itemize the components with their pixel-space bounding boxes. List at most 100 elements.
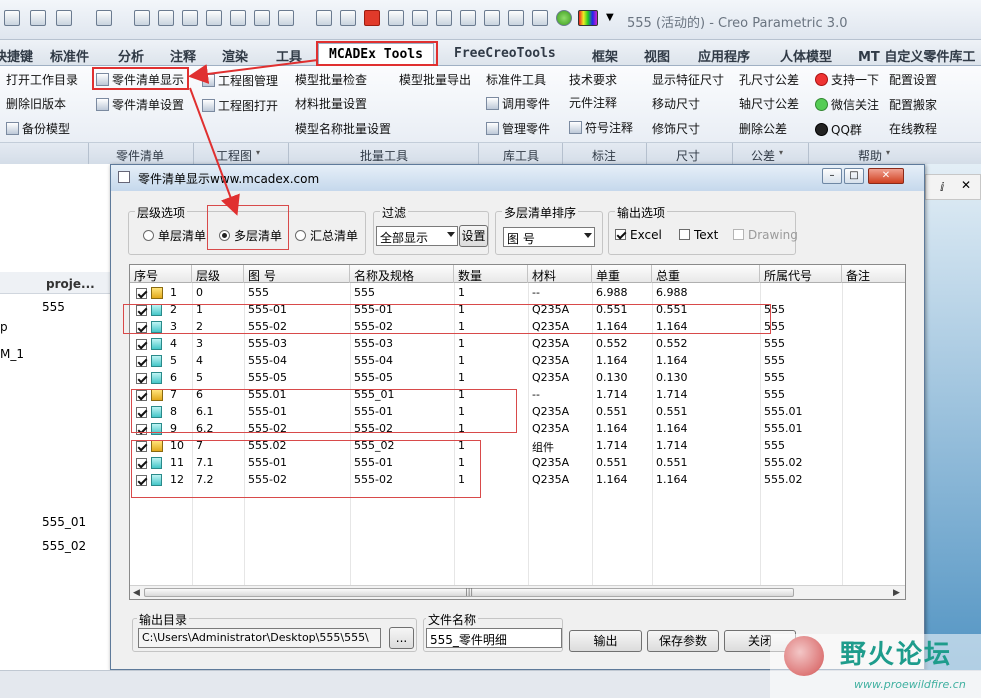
column-total-weight[interactable]: 总重 (652, 265, 760, 283)
config-settings-button[interactable]: 配置设置 (889, 71, 937, 88)
support-button[interactable]: 支持一下 (815, 71, 879, 88)
batch-export-button[interactable]: 模型批量导出 (399, 71, 471, 88)
component-note-button[interactable]: 元件注释 (569, 94, 617, 111)
sort-select[interactable]: 图 号 (503, 227, 595, 247)
tab-standard-parts[interactable]: 标准件 (50, 46, 89, 65)
tree-item[interactable]: p (0, 320, 8, 334)
horizontal-scrollbar[interactable]: ◀ ||| ▶ (130, 585, 905, 599)
export-button[interactable]: 输出 (569, 630, 642, 652)
table-row[interactable]: 1 0 555 555 1 -- 6.988 6.988 (130, 285, 905, 302)
tab-shortcuts[interactable]: 快捷键 (0, 46, 33, 65)
move-dims-button[interactable]: 移动尺寸 (652, 95, 700, 112)
tab-custom-part-library[interactable]: MT 自定义零件库工 (858, 46, 975, 65)
symbol-note-button[interactable]: 符号注释 (569, 119, 633, 136)
tree-item[interactable]: 555 (42, 300, 65, 314)
eye-icon[interactable] (436, 10, 452, 26)
filter-select[interactable]: 全部显示 (376, 226, 458, 246)
column-parent-code[interactable]: 所属代号 (760, 265, 842, 283)
filename-input[interactable]: 555_零件明细 (426, 628, 562, 648)
close-window-icon[interactable] (316, 10, 332, 26)
tab-analysis[interactable]: 分析 (118, 46, 144, 65)
redo-icon[interactable] (96, 10, 112, 26)
tab-render[interactable]: 渲染 (222, 46, 248, 65)
hide-icon[interactable] (460, 10, 476, 26)
table-row[interactable]: 6 5 555-05 555-05 1 Q235A 0.130 0.130 555 (130, 370, 905, 387)
dropdown-arrow-icon[interactable]: ▼ (606, 12, 614, 23)
regenerate-icon[interactable] (30, 10, 46, 26)
online-tutorial-button[interactable]: 在线教程 (889, 120, 937, 137)
text-icon[interactable] (254, 10, 270, 26)
table-row[interactable]: 4 3 555-03 555-03 1 Q235A 0.552 0.552 555 (130, 336, 905, 353)
tech-req-button[interactable]: 技术要求 (569, 71, 617, 88)
column-level[interactable]: 层级 (192, 265, 244, 283)
text-checkbox[interactable]: Text (679, 228, 718, 242)
graphics-area[interactable]: ⅈ ✕ (925, 164, 981, 698)
list-icon[interactable] (388, 10, 404, 26)
scroll-right-icon[interactable]: ▶ (893, 588, 900, 598)
grid-icon[interactable] (412, 10, 428, 26)
group-expand-icon[interactable]: ▾ (886, 148, 890, 157)
folder-icon[interactable] (340, 10, 356, 26)
tab-applications[interactable]: 应用程序 (698, 46, 750, 65)
edit-icon[interactable] (134, 10, 150, 26)
output-dir-field[interactable]: C:\Users\Administrator\Desktop\555\555\ (138, 628, 381, 648)
manage-part-button[interactable]: 管理零件 (486, 120, 550, 137)
delete-icon[interactable] (364, 10, 380, 26)
document-icon[interactable] (206, 10, 222, 26)
group-expand-icon[interactable]: ▾ (256, 148, 260, 157)
column-unit-weight[interactable]: 单重 (592, 265, 652, 283)
standard-part-tool-button[interactable]: 标准件工具 (486, 71, 546, 88)
radio-single-level[interactable]: 单层清单 (143, 227, 206, 244)
column-remark[interactable]: 备注 (842, 265, 905, 283)
group-tolerance[interactable]: 公差 (751, 147, 775, 164)
hole-tol-button[interactable]: 孔尺寸公差 (739, 71, 799, 88)
row-checkbox[interactable] (136, 288, 147, 299)
group-expand-icon[interactable]: ▾ (779, 148, 783, 157)
drawing-manage-button[interactable]: 工程图管理 (202, 72, 278, 89)
tree-item[interactable]: M_1 (0, 347, 24, 361)
layout-icon[interactable] (278, 10, 294, 26)
filter-settings-button[interactable]: 设置 (459, 225, 488, 247)
annotation-icon[interactable]: ⅈ (940, 180, 944, 194)
wrench-icon[interactable] (182, 10, 198, 26)
call-part-button[interactable]: 调用零件 (486, 95, 550, 112)
column-drawing-no[interactable]: 图 号 (244, 265, 350, 283)
people-icon[interactable] (158, 10, 174, 26)
maximize-icon[interactable]: □ (844, 168, 864, 184)
close-icon[interactable]: ✕ (868, 168, 904, 184)
tree-item[interactable]: 555_02 (42, 539, 86, 553)
show-feature-dims-button[interactable]: 显示特征尺寸 (652, 71, 724, 88)
group-help[interactable]: 帮助 (858, 147, 882, 164)
column-name-spec[interactable]: 名称及规格 (350, 265, 454, 283)
qq-group-button[interactable]: QQ群 (815, 121, 862, 138)
scroll-left-icon[interactable]: ◀ (133, 588, 140, 598)
tab-frame[interactable]: 框架 (592, 46, 618, 65)
column-material[interactable]: 材料 (528, 265, 592, 283)
shaft-tol-button[interactable]: 轴尺寸公差 (739, 95, 799, 112)
table-row[interactable]: 5 4 555-04 555-04 1 Q235A 1.164 1.164 555 (130, 353, 905, 370)
color-icon[interactable] (578, 10, 598, 26)
open-workdir-button[interactable]: 打开工作目录 (6, 71, 78, 88)
row-checkbox[interactable] (136, 373, 147, 384)
group-drawing[interactable]: 工程图 (216, 147, 252, 164)
tab-human-model[interactable]: 人体模型 (780, 46, 832, 65)
copy-icon[interactable] (230, 10, 246, 26)
minimize-icon[interactable]: – (822, 168, 842, 184)
cosmetic-dims-button[interactable]: 修饰尺寸 (652, 120, 700, 137)
dialog-title-bar[interactable]: 零件清单显示www.mcadex.com – □ ✕ (111, 165, 924, 191)
part-list-settings-button[interactable]: 零件清单设置 (96, 96, 184, 113)
radio-summary[interactable]: 汇总清单 (295, 227, 358, 244)
status-light-icon[interactable] (556, 10, 572, 26)
config-migrate-button[interactable]: 配置搬家 (889, 96, 937, 113)
link-icon[interactable] (508, 10, 524, 26)
drawing-open-button[interactable]: 工程图打开 (202, 97, 278, 114)
tab-view[interactable]: 视图 (644, 46, 670, 65)
save-params-button[interactable]: 保存参数 (647, 630, 719, 652)
backup-model-button[interactable]: 备份模型 (6, 120, 70, 137)
tab-annotate[interactable]: 注释 (170, 46, 196, 65)
batch-check-button[interactable]: 模型批量检查 (295, 71, 367, 88)
delete-old-versions-button[interactable]: 删除旧版本 (6, 95, 66, 112)
tree-icon[interactable] (484, 10, 500, 26)
tab-tools[interactable]: 工具 (276, 46, 302, 65)
column-quantity[interactable]: 数量 (454, 265, 528, 283)
